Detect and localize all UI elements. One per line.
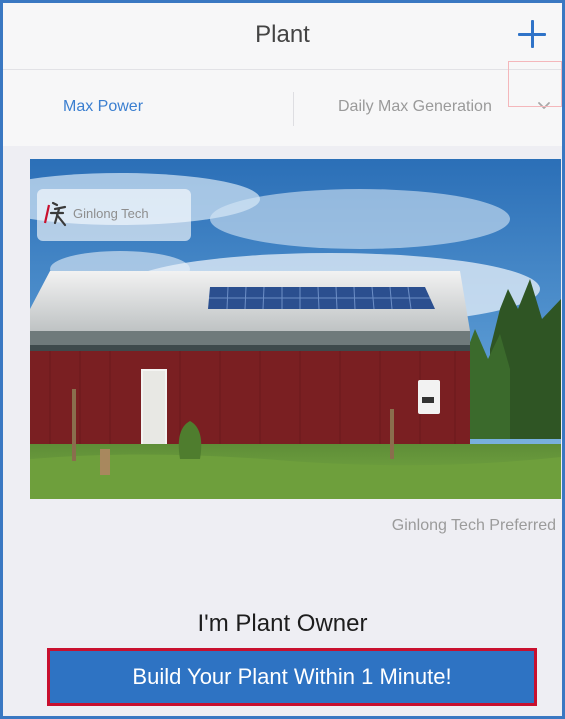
logo-text: Ginlong Tech [73,206,149,221]
app-frame: Plant Max Power Daily Max Generation Gin… [0,0,565,719]
add-plant-button[interactable] [515,17,549,51]
page-title: Plant [255,21,310,48]
photo-caption: Ginlong Tech Preferred [391,517,556,534]
highlight-annotation [508,61,562,107]
ginlong-logo-icon [43,201,67,227]
tab-max-power[interactable]: Max Power [63,98,143,116]
top-bar: Plant [3,3,562,70]
tab-bar: Max Power Daily Max Generation [3,70,562,146]
logo-badge: Ginlong Tech [37,189,191,241]
tab-daily-max-generation[interactable]: Daily Max Generation [338,98,492,116]
tab-divider [293,92,294,126]
plant-owner-heading: I'm Plant Owner [197,610,368,637]
build-plant-button[interactable]: Build Your Plant Within 1 Minute! [47,648,537,706]
